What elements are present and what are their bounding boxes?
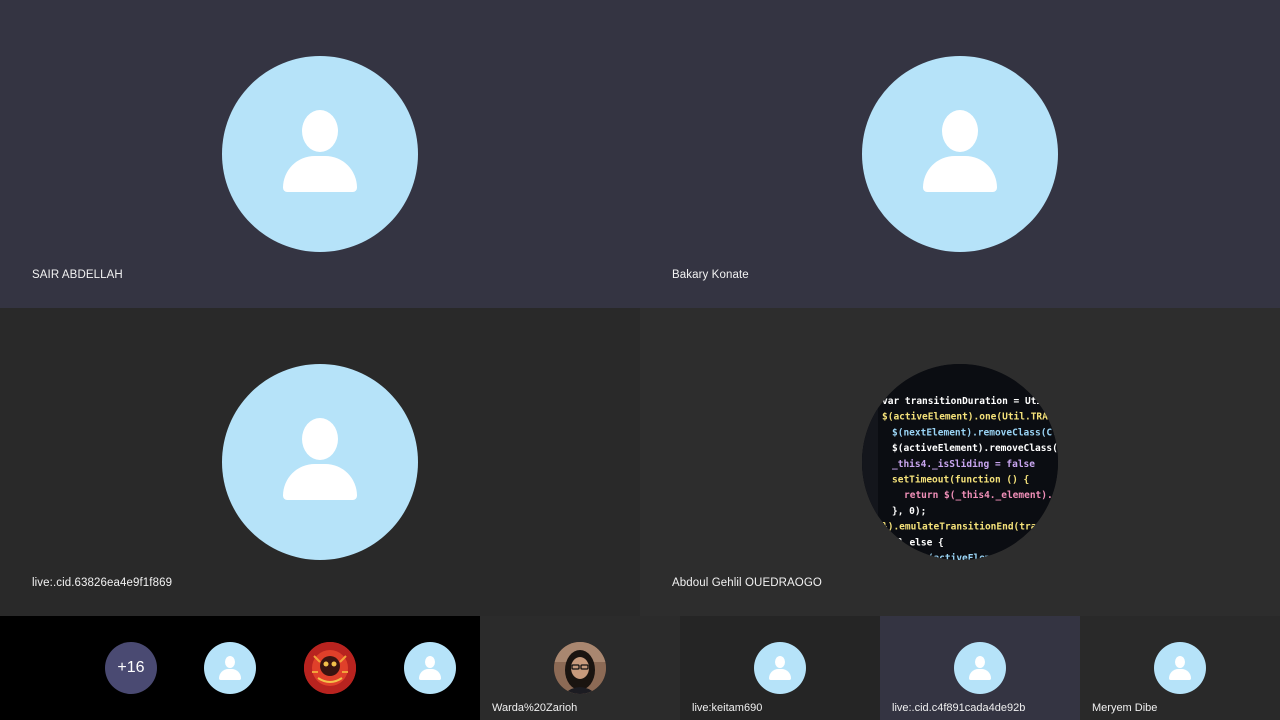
person-icon [775,656,785,668]
default-avatar[interactable] [204,642,256,694]
participant-name: Bakary Konate [672,269,749,281]
participant-tile-bakary-konate[interactable]: Bakary Konate [640,0,1280,308]
person-icon-body [419,669,441,680]
person-icon [302,418,338,460]
default-avatar[interactable] [404,642,456,694]
red-artwork-avatar[interactable] [304,642,356,694]
code-photo-image: var transitionDuration = Util.Tran $(acti… [862,364,1058,560]
code-line: }).emulateTransitionEnd(transi [882,522,1054,533]
code-line: setTimeout(function () { [892,475,1029,486]
code-photo-avatar: var transitionDuration = Util.Tran $(acti… [862,364,1058,560]
code-line: }, 0); [892,506,926,517]
profile-photo-avatar [554,642,606,694]
participant-tile-sair-abdellah[interactable]: SAIR ABDELLAH [0,0,640,308]
participant-name: live:.cid.63826ea4e9f1f869 [32,577,173,589]
code-line: $(activeElement).rem [922,553,1037,560]
participant-strip: +16 Warda%20Zarioh live:keitam690 live:.… [0,616,1280,720]
default-avatar [222,364,418,560]
default-avatar [954,642,1006,694]
code-line: var transitionDuration = Util.Tran [882,396,1058,407]
more-participants-badge[interactable]: +16 [105,642,157,694]
red-artwork-image [304,642,356,694]
code-line: $(nextElement).removeClass(Cla [892,427,1058,438]
person-icon [942,110,978,152]
person-icon [302,110,338,152]
overflow-participants-group[interactable]: +16 [0,616,480,720]
default-avatar [754,642,806,694]
person-icon-body [219,669,241,680]
participant-name: live:.cid.c4f891cada4de92b [892,702,1026,714]
person-icon-body [1169,669,1191,680]
participant-name: live:keitam690 [692,702,763,714]
participant-tile-live-cid-63826[interactable]: live:.cid.63826ea4e9f1f869 [0,308,640,616]
default-avatar [862,56,1058,252]
code-line: return $(_this4._element).tri [904,490,1058,501]
code-line: } else { [898,537,944,548]
person-icon-body [283,464,357,500]
participant-tile-abdoul-gehlil[interactable]: var transitionDuration = Util.Tran $(acti… [640,308,1280,616]
person-icon-body [283,156,357,192]
code-line: _this4._isSliding = false [892,459,1035,470]
participant-tile-meryem-dibe[interactable]: Meryem Dibe [1080,616,1280,720]
person-icon [1175,656,1185,668]
profile-photo-image [554,642,606,694]
participant-tile-warda[interactable]: Warda%20Zarioh [480,616,680,720]
participant-name: Warda%20Zarioh [492,702,578,714]
person-icon [425,656,435,668]
participant-tile-keitam[interactable]: live:keitam690 [680,616,880,720]
participant-tile-live-cid-c4f891[interactable]: live:.cid.c4f891cada4de92b [880,616,1080,720]
participant-name: Meryem Dibe [1092,702,1158,714]
person-icon-body [969,669,991,680]
person-icon [975,656,985,668]
participant-name: SAIR ABDELLAH [32,269,123,281]
default-avatar [222,56,418,252]
default-avatar [1154,642,1206,694]
code-line: $(activeElement).one(Util.TRANSI [882,412,1058,423]
participant-name: Abdoul Gehlil OUEDRAOGO [672,577,822,589]
person-icon [225,656,235,668]
code-line: $(activeElement).removeClass(Cl [892,443,1058,454]
person-icon-body [769,669,791,680]
person-icon-body [923,156,997,192]
